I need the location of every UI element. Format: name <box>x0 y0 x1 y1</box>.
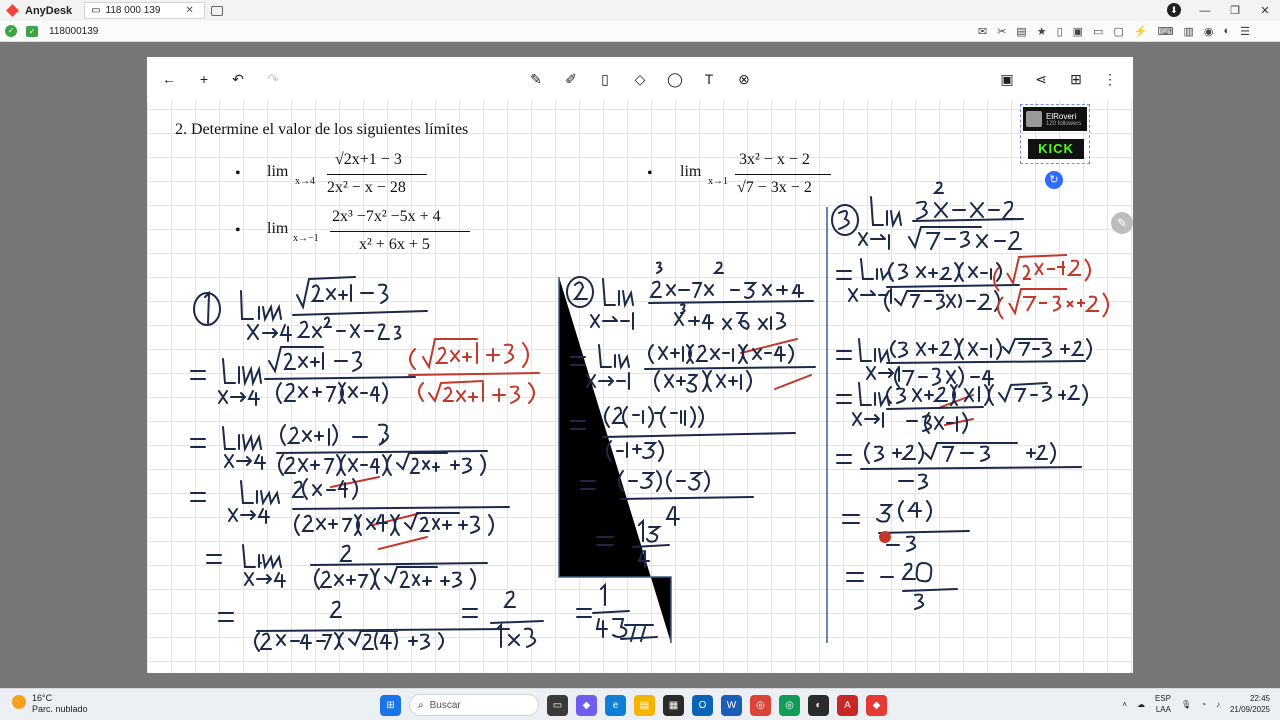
window-controls: — ❐ ✕ <box>1190 0 1280 21</box>
minimize-button[interactable]: — <box>1190 5 1220 17</box>
copilot-icon[interactable]: ◆ <box>576 694 597 716</box>
microphone-icon[interactable]: 🎙 <box>1181 700 1191 709</box>
file-explorer-icon[interactable]: ▤ <box>634 694 655 716</box>
clock-time: 22:45 <box>1249 694 1270 703</box>
volume-icon[interactable]: ♪ <box>1216 700 1220 709</box>
store-icon[interactable]: ▦ <box>663 694 684 716</box>
keyboard-icon[interactable]: ⌨ <box>1158 25 1174 38</box>
word-icon[interactable]: W <box>721 694 742 716</box>
monitor-icon: ▭ <box>91 5 101 16</box>
outlook-icon[interactable]: O <box>692 694 713 716</box>
handwriting-canvas <box>190 181 1109 652</box>
anydesk-taskbar-icon[interactable]: ◆ <box>866 694 887 716</box>
connection-ok-icon: ✓ <box>5 25 17 37</box>
language-indicator[interactable]: ESP LAA <box>1155 693 1171 715</box>
permissions-icon[interactable]: ▥ <box>1183 25 1193 38</box>
handwriting-solution-3 <box>831 181 1092 610</box>
acrobat-icon[interactable]: A <box>837 694 858 716</box>
session-toolbar: ✉ ✂ ▤ ★ ▯ ▣ ▭ ▢ ⚡ ⌨ ▥ ◉ ◐ ☰ <box>978 25 1250 38</box>
chat-icon[interactable]: ✉ <box>978 25 987 38</box>
session-tab-label: 118 000 139 <box>105 5 161 16</box>
message-icon[interactable]: ▢ <box>1113 25 1123 38</box>
secure-connection-icon: ✓ <box>26 25 38 37</box>
privacy-icon[interactable]: ◐ <box>1223 25 1230 38</box>
handwriting-solution-1 <box>190 276 488 476</box>
favorite-icon[interactable]: ★ <box>1037 25 1047 38</box>
language-top: ESP <box>1154 694 1171 703</box>
weather-widget[interactable]: 16°C Parc. nublado <box>12 693 88 715</box>
github-icon[interactable]: ◐ <box>808 694 829 716</box>
close-button[interactable]: ✕ <box>1250 4 1280 17</box>
close-tab-icon[interactable]: ✕ <box>185 5 193 16</box>
search-placeholder: Buscar <box>429 699 461 711</box>
menu-icon[interactable]: ☰ <box>1240 25 1250 38</box>
new-tab-icon[interactable] <box>210 5 223 16</box>
anydesk-addressbar: ✓ ✓ 118000139 ✉ ✂ ▤ ★ ▯ ▣ ▭ ▢ ⚡ ⌨ ▥ ◉ ◐ … <box>0 21 1280 42</box>
weather-desc: Parc. nublado <box>32 704 88 714</box>
search-icon: ⌕ <box>418 699 424 711</box>
file-icon[interactable]: ▯ <box>1057 25 1063 38</box>
chrome-profile-icon[interactable]: ◎ <box>779 694 800 716</box>
task-view-icon[interactable]: ▭ <box>547 694 568 716</box>
language-bottom: LAA <box>1155 705 1171 714</box>
onedrive-icon[interactable]: ☁ <box>1137 700 1145 709</box>
tools-icon[interactable]: ✂ <box>997 25 1006 38</box>
recording-icon[interactable]: ◉ <box>1204 25 1214 38</box>
chrome-icon[interactable]: ◎ <box>750 694 771 716</box>
chevron-up-icon[interactable]: ˄ <box>1122 700 1127 709</box>
restore-button[interactable]: ❐ <box>1220 4 1250 17</box>
app-name: AnyDesk <box>25 4 73 17</box>
anydesk-titlebar: AnyDesk ▭ 118 000 139 ✕ ⬇ — ❐ ✕ <box>0 0 1280 21</box>
whiteboard-window: ← + ↶ ↷ ✎ ✐ ▯ ◇ ◯ T ⊗ ▣ ⋖ ⊞ ⋮ 2. Determi… <box>147 57 1133 673</box>
anydesk-logo-icon <box>6 4 20 18</box>
start-icon[interactable]: ⊞ <box>380 694 401 716</box>
session-tab[interactable]: ▭ 118 000 139 ✕ <box>84 2 205 19</box>
edge-icon[interactable]: e <box>605 694 626 716</box>
weather-temp: 16°C <box>32 693 53 703</box>
monitor-select-icon[interactable]: ▣ <box>1073 25 1083 38</box>
clock-date: 21/09/2025 <box>1229 705 1270 714</box>
remote-address[interactable]: 118000139 <box>49 26 98 37</box>
download-icon[interactable]: ⬇ <box>1167 3 1181 17</box>
display-icon[interactable]: ▭ <box>1093 25 1103 38</box>
actions-icon[interactable]: ⚡ <box>1134 25 1148 38</box>
windows-taskbar: 16°C Parc. nublado ⊞ ⌕ Buscar ▭ ◆ e ▤ ▦ … <box>0 688 1280 720</box>
taskbar-apps: ⊞ ⌕ Buscar ▭ ◆ e ▤ ▦ O W ◎ ◎ ◐ A ◆ <box>380 694 887 716</box>
taskbar-search[interactable]: ⌕ Buscar <box>409 694 539 716</box>
system-tray: ˄ ☁ ESP LAA 🎙 ◔ ♪ 22:45 21/09/2025 <box>1122 693 1270 715</box>
wifi-icon[interactable]: ◔ <box>1201 700 1206 709</box>
weather-cloud-icon <box>12 695 26 709</box>
clock[interactable]: 22:45 21/09/2025 <box>1230 693 1270 715</box>
files-icon[interactable]: ▤ <box>1016 25 1026 38</box>
